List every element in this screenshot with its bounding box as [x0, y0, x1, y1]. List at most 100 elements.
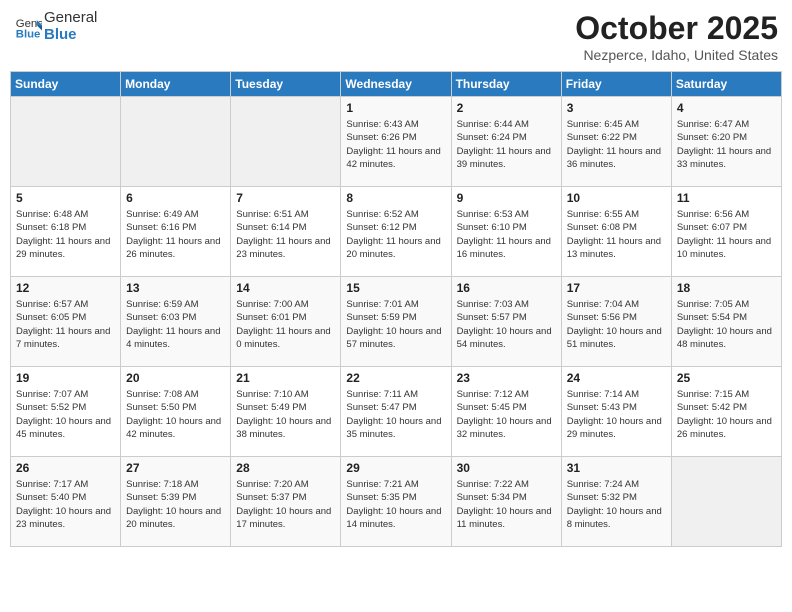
- calendar-cell: 16 Sunrise: 7:03 AM Sunset: 5:57 PM Dayli…: [451, 277, 561, 367]
- weekday-header-tuesday: Tuesday: [231, 72, 341, 97]
- day-info: Sunrise: 7:12 AM Sunset: 5:45 PM Dayligh…: [457, 388, 556, 441]
- weekday-header-sunday: Sunday: [11, 72, 121, 97]
- day-info: Sunrise: 6:43 AM Sunset: 6:26 PM Dayligh…: [346, 118, 445, 171]
- day-info: Sunrise: 6:44 AM Sunset: 6:24 PM Dayligh…: [457, 118, 556, 171]
- calendar-cell: 17Sunrise: 7:04 AM Sunset: 5:56 PM Dayli…: [561, 277, 671, 367]
- calendar-week-3: 12Sunrise: 6:57 AM Sunset: 6:05 PM Dayli…: [11, 277, 782, 367]
- day-number: 6: [126, 191, 225, 205]
- calendar-cell: 13 Sunrise: 6:59 AM Sunset: 6:03 PM Dayli…: [121, 277, 231, 367]
- calendar-cell: 9 Sunrise: 6:53 AM Sunset: 6:10 PM Daylig…: [451, 187, 561, 277]
- day-info: Sunrise: 7:07 AM Sunset: 5:52 PM Dayligh…: [16, 388, 115, 441]
- calendar-cell: 8 Sunrise: 6:52 AM Sunset: 6:12 PM Daylig…: [341, 187, 451, 277]
- day-number: 21: [236, 371, 335, 385]
- day-info: Sunrise: 6:56 AM Sunset: 6:07 PM Dayligh…: [677, 208, 776, 261]
- day-info: Sunrise: 6:55 AM Sunset: 6:08 PM Dayligh…: [567, 208, 666, 261]
- day-info: Sunrise: 7:03 AM Sunset: 5:57 PM Dayligh…: [457, 298, 556, 351]
- day-number: 27: [126, 461, 225, 475]
- calendar-cell: 1 Sunrise: 6:43 AM Sunset: 6:26 PM Daylig…: [341, 97, 451, 187]
- title-area: October 2025 Nezperce, Idaho, United Sta…: [575, 10, 778, 63]
- day-info: Sunrise: 7:22 AM Sunset: 5:34 PM Dayligh…: [457, 478, 556, 531]
- day-number: 14: [236, 281, 335, 295]
- calendar-week-5: 26Sunrise: 7:17 AM Sunset: 5:40 PM Dayli…: [11, 457, 782, 547]
- day-info: Sunrise: 6:45 AM Sunset: 6:22 PM Dayligh…: [567, 118, 666, 171]
- calendar-cell: 30 Sunrise: 7:22 AM Sunset: 5:34 PM Dayli…: [451, 457, 561, 547]
- calendar-cell: [231, 97, 341, 187]
- day-info: Sunrise: 7:14 AM Sunset: 5:43 PM Dayligh…: [567, 388, 666, 441]
- day-info: Sunrise: 7:01 AM Sunset: 5:59 PM Dayligh…: [346, 298, 445, 351]
- calendar-cell: 12Sunrise: 6:57 AM Sunset: 6:05 PM Dayli…: [11, 277, 121, 367]
- day-number: 1: [346, 101, 445, 115]
- day-number: 28: [236, 461, 335, 475]
- calendar-cell: 10 Sunrise: 6:55 AM Sunset: 6:08 PM Dayli…: [561, 187, 671, 277]
- calendar-cell: 28 Sunrise: 7:20 AM Sunset: 5:37 PM Dayli…: [231, 457, 341, 547]
- calendar-table: SundayMondayTuesdayWednesdayThursdayFrid…: [10, 71, 782, 547]
- calendar-cell: 18 Sunrise: 7:05 AM Sunset: 5:54 PM Dayli…: [671, 277, 781, 367]
- day-number: 9: [457, 191, 556, 205]
- weekday-header-thursday: Thursday: [451, 72, 561, 97]
- day-number: 29: [346, 461, 445, 475]
- day-number: 10: [567, 191, 666, 205]
- location-text: Nezperce, Idaho, United States: [575, 47, 778, 63]
- calendar-cell: [11, 97, 121, 187]
- weekday-header-saturday: Saturday: [671, 72, 781, 97]
- logo-icon: General Blue: [14, 13, 42, 41]
- weekday-header-monday: Monday: [121, 72, 231, 97]
- calendar-cell: 5Sunrise: 6:48 AM Sunset: 6:18 PM Daylig…: [11, 187, 121, 277]
- calendar-cell: 6 Sunrise: 6:49 AM Sunset: 6:16 PM Daylig…: [121, 187, 231, 277]
- day-number: 13: [126, 281, 225, 295]
- logo-blue-text: Blue: [44, 27, 97, 44]
- calendar-cell: 4Sunrise: 6:47 AM Sunset: 6:20 PM Daylig…: [671, 97, 781, 187]
- day-info: Sunrise: 6:49 AM Sunset: 6:16 PM Dayligh…: [126, 208, 225, 261]
- day-info: Sunrise: 7:11 AM Sunset: 5:47 PM Dayligh…: [346, 388, 445, 441]
- calendar-cell: 21 Sunrise: 7:10 AM Sunset: 5:49 PM Dayli…: [231, 367, 341, 457]
- day-info: Sunrise: 7:00 AM Sunset: 6:01 PM Dayligh…: [236, 298, 335, 351]
- day-info: Sunrise: 6:59 AM Sunset: 6:03 PM Dayligh…: [126, 298, 225, 351]
- day-info: Sunrise: 7:04 AM Sunset: 5:56 PM Dayligh…: [567, 298, 666, 351]
- day-info: Sunrise: 7:21 AM Sunset: 5:35 PM Dayligh…: [346, 478, 445, 531]
- day-info: Sunrise: 6:52 AM Sunset: 6:12 PM Dayligh…: [346, 208, 445, 261]
- day-info: Sunrise: 7:08 AM Sunset: 5:50 PM Dayligh…: [126, 388, 225, 441]
- day-number: 2: [457, 101, 556, 115]
- calendar-week-2: 5Sunrise: 6:48 AM Sunset: 6:18 PM Daylig…: [11, 187, 782, 277]
- calendar-cell: 15Sunrise: 7:01 AM Sunset: 5:59 PM Dayli…: [341, 277, 451, 367]
- day-info: Sunrise: 7:17 AM Sunset: 5:40 PM Dayligh…: [16, 478, 115, 531]
- calendar-cell: 19Sunrise: 7:07 AM Sunset: 5:52 PM Dayli…: [11, 367, 121, 457]
- calendar-cell: [671, 457, 781, 547]
- logo-text: General Blue: [44, 10, 97, 43]
- day-info: Sunrise: 6:51 AM Sunset: 6:14 PM Dayligh…: [236, 208, 335, 261]
- calendar-cell: 7 Sunrise: 6:51 AM Sunset: 6:14 PM Daylig…: [231, 187, 341, 277]
- day-info: Sunrise: 7:20 AM Sunset: 5:37 PM Dayligh…: [236, 478, 335, 531]
- day-number: 18: [677, 281, 776, 295]
- logo: General Blue General Blue: [14, 10, 97, 43]
- calendar-cell: 2 Sunrise: 6:44 AM Sunset: 6:24 PM Daylig…: [451, 97, 561, 187]
- calendar-cell: 29 Sunrise: 7:21 AM Sunset: 5:35 PM Dayli…: [341, 457, 451, 547]
- calendar-cell: 11Sunrise: 6:56 AM Sunset: 6:07 PM Dayli…: [671, 187, 781, 277]
- day-number: 16: [457, 281, 556, 295]
- calendar-cell: 14 Sunrise: 7:00 AM Sunset: 6:01 PM Dayli…: [231, 277, 341, 367]
- page-header: General Blue General Blue October 2025 N…: [10, 10, 782, 63]
- day-number: 7: [236, 191, 335, 205]
- day-info: Sunrise: 7:05 AM Sunset: 5:54 PM Dayligh…: [677, 298, 776, 351]
- calendar-cell: 31Sunrise: 7:24 AM Sunset: 5:32 PM Dayli…: [561, 457, 671, 547]
- day-info: Sunrise: 7:10 AM Sunset: 5:49 PM Dayligh…: [236, 388, 335, 441]
- calendar-cell: [121, 97, 231, 187]
- calendar-cell: 24Sunrise: 7:14 AM Sunset: 5:43 PM Dayli…: [561, 367, 671, 457]
- day-info: Sunrise: 7:15 AM Sunset: 5:42 PM Dayligh…: [677, 388, 776, 441]
- day-number: 12: [16, 281, 115, 295]
- day-info: Sunrise: 6:53 AM Sunset: 6:10 PM Dayligh…: [457, 208, 556, 261]
- calendar-cell: 26Sunrise: 7:17 AM Sunset: 5:40 PM Dayli…: [11, 457, 121, 547]
- day-number: 23: [457, 371, 556, 385]
- day-info: Sunrise: 7:24 AM Sunset: 5:32 PM Dayligh…: [567, 478, 666, 531]
- day-number: 5: [16, 191, 115, 205]
- calendar-cell: 20 Sunrise: 7:08 AM Sunset: 5:50 PM Dayli…: [121, 367, 231, 457]
- logo-general-text: General: [44, 10, 97, 27]
- day-number: 20: [126, 371, 225, 385]
- calendar-cell: 3Sunrise: 6:45 AM Sunset: 6:22 PM Daylig…: [561, 97, 671, 187]
- day-number: 8: [346, 191, 445, 205]
- calendar-week-1: 1 Sunrise: 6:43 AM Sunset: 6:26 PM Daylig…: [11, 97, 782, 187]
- weekday-header-friday: Friday: [561, 72, 671, 97]
- day-number: 30: [457, 461, 556, 475]
- day-number: 22: [346, 371, 445, 385]
- day-info: Sunrise: 6:47 AM Sunset: 6:20 PM Dayligh…: [677, 118, 776, 171]
- calendar-week-4: 19Sunrise: 7:07 AM Sunset: 5:52 PM Dayli…: [11, 367, 782, 457]
